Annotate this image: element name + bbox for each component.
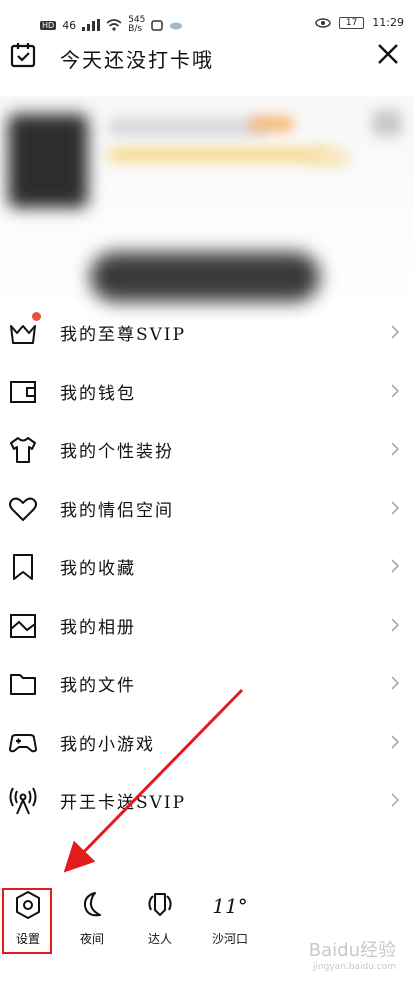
moon-icon [83, 892, 101, 917]
weather-button[interactable]: 11° 沙河口 [200, 884, 260, 954]
weather-location-label: 沙河口 [211, 932, 248, 946]
watermark-text: Baidu经验 [308, 940, 396, 961]
gamepad-icon [9, 733, 37, 752]
chevron-right-icon [391, 734, 400, 749]
menu-label: 我的小游戏 [60, 734, 155, 755]
heart-icon [9, 497, 37, 521]
menu-label: 我的至尊SVIP [60, 325, 187, 345]
menu-label: 我的收藏 [60, 559, 136, 579]
nickname-blurred [108, 118, 268, 136]
net-speed-unit: B/s [128, 24, 143, 34]
menu-item-wallet[interactable]: 我的钱包 [0, 361, 414, 420]
image-icon [10, 613, 36, 638]
close-icon[interactable] [374, 40, 402, 68]
menu-label: 我的文件 [60, 676, 136, 696]
menu-item-svip[interactable]: 我的至尊SVIP [0, 302, 414, 361]
daren-label: 达人 [147, 932, 172, 946]
eye-icon [315, 17, 331, 28]
weather-icon: 11° [212, 894, 248, 918]
battery-indicator: 17 [338, 16, 365, 29]
vip-info-blurred [108, 148, 328, 162]
menu-label: 我的情侣空间 [60, 500, 174, 521]
status-left: HD 46 545 B/s [40, 16, 183, 34]
top-bar: 今天还没打卡哦 [0, 36, 414, 76]
menu-label: 我的钱包 [60, 383, 136, 404]
calendar-check-icon[interactable] [10, 42, 36, 68]
promo-button-blurred[interactable] [90, 252, 320, 302]
chevron-right-icon [391, 383, 400, 398]
folder-icon [10, 674, 36, 695]
level-badge-blurred [310, 148, 348, 166]
drawer-menu: 我的至尊SVIP 我的钱包 我的个性装扮 我的情侣空间 我的收藏 我的相册 我的… [0, 302, 414, 829]
night-mode-label: 夜间 [79, 932, 104, 946]
chevron-right-icon [391, 559, 400, 573]
watermark-sub: jingyan.baidu.com [312, 962, 396, 972]
menu-item-album[interactable]: 我的相册 [0, 595, 414, 654]
menu-label: 我的个性装扮 [60, 442, 174, 462]
menu-label: 开王卡送SVIP [60, 793, 187, 813]
checkin-prompt-title[interactable]: 今天还没打卡哦 [60, 44, 214, 73]
hd-badge: HD [40, 20, 57, 30]
alarm-icon [151, 20, 164, 31]
settings-highlight-box [2, 888, 52, 954]
chevron-right-icon [391, 793, 400, 807]
tshirt-icon [10, 437, 36, 463]
menu-item-files[interactable]: 我的文件 [0, 653, 414, 712]
qr-code-icon[interactable] [372, 110, 402, 136]
menu-item-favorites[interactable]: 我的收藏 [0, 536, 414, 595]
chevron-right-icon [391, 325, 400, 339]
signal-icon [82, 19, 101, 31]
red-dot-badge [32, 312, 41, 321]
antenna-icon [9, 787, 37, 815]
daren-button[interactable]: 达人 [130, 884, 190, 954]
menu-label: 我的相册 [60, 617, 136, 638]
avatar[interactable] [8, 114, 88, 208]
chevron-right-icon [391, 617, 400, 632]
wifi-icon [106, 19, 122, 31]
menu-item-minigames[interactable]: 我的小游戏 [0, 712, 414, 771]
status-bar: HD 46 545 B/s 17 11:29 [0, 0, 414, 36]
menu-item-king-card[interactable]: 开王卡送SVIP [0, 770, 414, 829]
chevron-right-icon [391, 676, 400, 690]
cloud-icon [170, 22, 183, 30]
baidu-watermark: Baidu经验 jingyan.baidu.com [309, 936, 396, 972]
bookmark-icon [13, 554, 33, 580]
vip-badge-blurred [250, 116, 294, 132]
crown-icon [10, 325, 36, 344]
status-right: 17 11:29 [315, 16, 404, 29]
menu-item-couple-space[interactable]: 我的情侣空间 [0, 478, 414, 537]
chevron-right-icon [391, 500, 400, 515]
net-speed: 545 B/s [128, 16, 145, 34]
night-mode-button[interactable]: 夜间 [62, 884, 122, 954]
menu-item-dressup[interactable]: 我的个性装扮 [0, 419, 414, 478]
badge-wings-icon [148, 893, 172, 916]
wallet-icon [10, 380, 36, 403]
chevron-right-icon [391, 442, 400, 456]
clock: 11:29 [372, 16, 404, 29]
network-indicator: 46 [62, 18, 77, 32]
